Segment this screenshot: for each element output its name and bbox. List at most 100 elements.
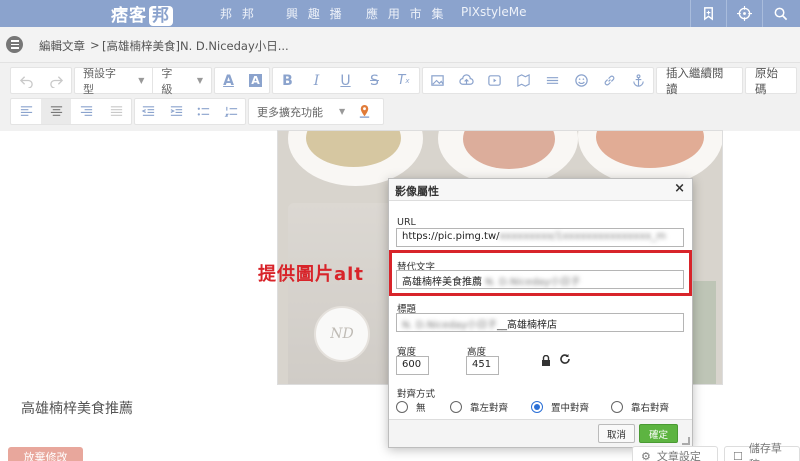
align-left-icon[interactable] <box>11 99 41 124</box>
more-features-label: 更多擴充功能 <box>257 105 323 119</box>
search-icon[interactable] <box>762 0 798 27</box>
ok-button[interactable]: 確定 <box>638 424 678 443</box>
more-features-select[interactable]: 更多擴充功能 ▼ <box>249 99 353 124</box>
target-icon[interactable] <box>726 0 762 27</box>
bullet-list-icon[interactable] <box>190 99 218 124</box>
source-code-button[interactable]: 原始碼 <box>746 66 796 96</box>
menu-icon[interactable] <box>6 36 23 53</box>
resize-handle-icon[interactable] <box>682 437 690 445</box>
discard-changes-button[interactable]: 放棄修改 <box>8 447 83 461</box>
clear-format-icon[interactable]: Tx <box>389 68 418 93</box>
logo-text: 痞客 <box>111 6 147 26</box>
align-left-label: 靠左對齊 <box>470 403 509 414</box>
anchor-icon[interactable] <box>624 68 653 93</box>
font-family-value: 預設字型 <box>83 66 116 96</box>
strikethrough-icon[interactable]: S <box>360 68 389 93</box>
font-family-select[interactable]: 預設字型 ▼ <box>75 67 152 96</box>
save-draft-label: 儲存草稿 <box>748 442 782 461</box>
alt-highlight-box <box>389 250 692 296</box>
align-center-radio[interactable]: 置中對齊 <box>531 400 589 414</box>
radio-button <box>450 401 462 413</box>
indent-icon[interactable] <box>163 99 191 124</box>
radio-button <box>611 401 623 413</box>
nav-link-bangbang[interactable]: 邦 邦 <box>220 5 257 22</box>
save-draft-button[interactable]: ☐ 儲存草稿 <box>724 442 800 461</box>
pixnet-logo[interactable]: 痞客邦 <box>111 1 173 26</box>
dialog-title: 影像屬性 <box>395 185 439 198</box>
background-color-icon[interactable]: A <box>242 68 269 93</box>
alignment-group <box>10 98 132 125</box>
align-right-icon[interactable] <box>71 99 101 124</box>
text-color-icon[interactable]: A <box>215 68 242 93</box>
gear-icon: ⚙ <box>641 449 651 461</box>
url-value: https://pic.pimg.tw/ <box>402 231 500 242</box>
nav-link-pixstyleme[interactable]: PIXstyleMe <box>461 5 527 19</box>
breadcrumb-separator: > <box>90 38 100 52</box>
article-settings-label: 文章設定 <box>656 450 701 461</box>
align-justify-icon[interactable] <box>101 99 131 124</box>
alignment-label: 對齊方式 <box>397 389 436 400</box>
link-icon[interactable] <box>596 68 625 93</box>
title-value: __高雄楠梓店 <box>497 320 558 331</box>
radio-button <box>396 401 408 413</box>
url-blurred-part: xxxxxxxxx/1xxxxxxxxxxxxxxx_m <box>499 231 667 242</box>
video-icon[interactable] <box>481 68 510 93</box>
lock-ratio-icon[interactable] <box>541 354 551 369</box>
breadcrumb: 編輯文章 > [高雄楠梓美食]N. D.Niceday小日... <box>0 27 800 63</box>
align-none-label: 無 <box>416 403 426 414</box>
url-field[interactable]: https://pic.pimg.tw/xxxxxxxxx/1xxxxxxxxx… <box>396 228 684 247</box>
map-icon[interactable] <box>509 68 538 93</box>
radio-button-selected <box>531 401 543 413</box>
breadcrumb-parent[interactable]: 編輯文章 <box>39 38 85 54</box>
image-properties-dialog: 影像屬性 × URL https://pic.pimg.tw/xxxxxxxxx… <box>388 178 693 448</box>
top-nav-bar: 痞客邦 邦 邦 興 趣 播 應 用 市 集 PIXstyleMe <box>0 0 800 27</box>
font-size-select[interactable]: 字級 ▼ <box>152 67 211 96</box>
alt-annotation: 提供圖片alt <box>258 264 364 285</box>
breadcrumb-current: [高雄楠梓美食]N. D.Niceday小日... <box>102 39 289 53</box>
title-field[interactable]: N. D.Niceday小日子__高雄楠梓店 <box>396 313 684 332</box>
chevron-down-icon: ▼ <box>196 76 203 85</box>
title-blurred-part: N. D.Niceday小日子 <box>402 320 498 331</box>
upload-cloud-icon[interactable] <box>452 68 481 93</box>
nav-link-app-market[interactable]: 應 用 市 集 <box>366 5 446 22</box>
post-body-text[interactable]: 高雄楠梓美食推薦 <box>21 398 133 418</box>
bold-icon[interactable]: B <box>273 68 302 93</box>
logo-tag: 邦 <box>149 6 173 26</box>
reset-size-icon[interactable] <box>559 353 571 368</box>
height-field[interactable]: 451 <box>466 356 499 375</box>
bookmark-icon[interactable] <box>690 0 726 27</box>
dialog-header[interactable]: 影像屬性 × <box>389 179 692 201</box>
numbered-list-icon[interactable] <box>218 99 246 124</box>
undo-icon[interactable] <box>11 68 41 93</box>
close-icon[interactable]: × <box>674 181 685 196</box>
insert-more-group: 插入繼續閱讀 <box>656 66 743 96</box>
insert-read-more-button[interactable]: 插入繼續閱讀 <box>657 66 742 96</box>
width-field[interactable]: 600 <box>396 356 429 375</box>
location-pin-icon[interactable] <box>353 99 375 124</box>
format-group: B I U S Tx <box>272 67 420 94</box>
nav-link-interests[interactable]: 興 趣 播 <box>286 5 345 22</box>
align-center-icon[interactable] <box>41 99 71 124</box>
outdent-icon[interactable] <box>135 99 163 124</box>
redo-icon[interactable] <box>41 68 71 93</box>
more-features-group: 更多擴充功能 ▼ <box>248 98 384 125</box>
align-center-label: 置中對齊 <box>551 403 590 414</box>
horizontal-rule-icon[interactable] <box>538 68 567 93</box>
font-group: 預設字型 ▼ 字級 ▼ <box>74 67 212 96</box>
emoji-icon[interactable] <box>567 68 596 93</box>
undo-redo-group <box>10 67 72 94</box>
chevron-down-icon: ▼ <box>339 107 346 116</box>
article-settings-button[interactable]: ⚙ 文章設定 <box>632 446 718 461</box>
underline-icon[interactable]: U <box>331 68 360 93</box>
align-none-radio[interactable]: 無 <box>396 400 426 414</box>
align-left-radio[interactable]: 靠左對齊 <box>450 400 508 414</box>
color-group: A A <box>214 67 270 94</box>
source-group: 原始碼 <box>745 66 797 96</box>
cancel-button[interactable]: 取消 <box>597 424 635 443</box>
align-right-radio[interactable]: 靠右對齊 <box>611 400 669 414</box>
italic-icon[interactable]: I <box>302 68 331 93</box>
image-icon[interactable] <box>423 68 452 93</box>
draft-icon: ☐ <box>733 449 743 461</box>
font-size-value: 字級 <box>161 66 173 96</box>
dialog-footer: 取消 確定 <box>389 419 692 447</box>
